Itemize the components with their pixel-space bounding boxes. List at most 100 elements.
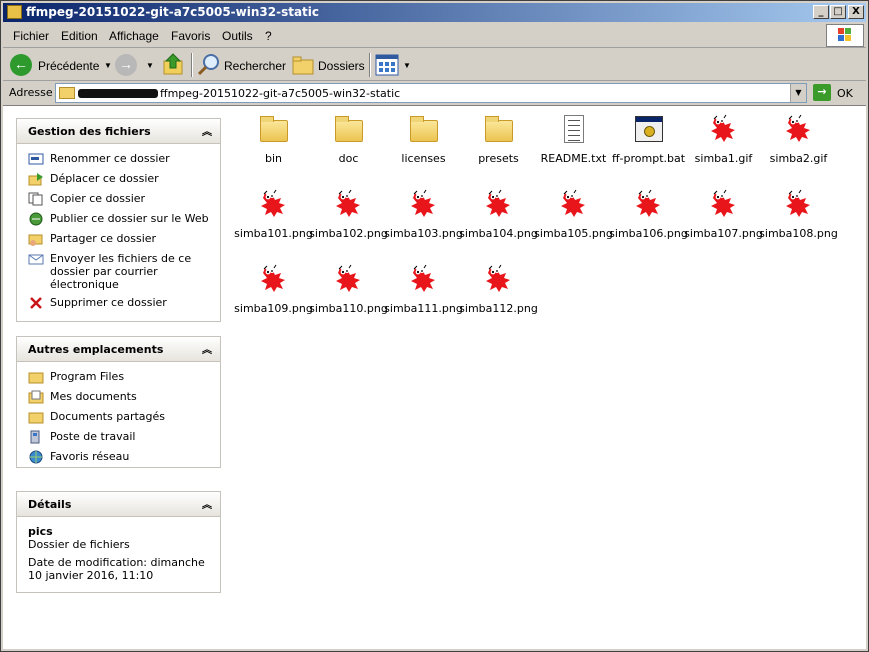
file-item[interactable]: simba108.png [759,189,838,249]
file-item[interactable]: licenses [386,114,461,174]
panel-header[interactable]: Détails ︽ [17,492,220,517]
collapse-icon[interactable]: ︽ [202,341,212,356]
up-folder-icon [163,53,183,75]
task-rename-folder[interactable]: Renommer ce dossier [28,152,170,165]
search-icon [197,54,219,76]
windows-logo-icon [826,24,864,47]
image-file-icon [483,264,515,296]
close-button[interactable]: X [848,5,864,19]
panel-title: Détails [28,498,72,511]
menu-help[interactable]: ? [265,29,272,43]
file-item[interactable]: simba103.png [384,189,463,249]
collapse-icon[interactable]: ︽ [202,496,212,511]
details-type: Dossier de fichiers [28,538,130,551]
menu-favoris[interactable]: Favoris [171,29,210,43]
toolbar-separator [191,53,193,77]
toolbar: ← Précédente ▼ → ▼ Rechercher Dossiers ▼ [3,49,866,81]
place-network[interactable]: Favoris réseau [28,450,129,464]
menu-fichier[interactable]: Fichier [13,29,49,43]
search-button[interactable]: Rechercher [197,52,287,78]
go-arrow-icon: → [813,84,831,101]
file-item[interactable]: simba2.gif [761,114,836,174]
task-copy-folder[interactable]: Copier ce dossier [28,192,145,206]
collapse-icon[interactable]: ︽ [202,123,212,138]
views-button[interactable]: ▼ [375,52,411,78]
file-item[interactable]: simba101.png [234,189,313,249]
image-file-icon [633,189,665,221]
file-name: simba2.gif [769,152,828,165]
file-item[interactable]: simba106.png [609,189,688,249]
go-button[interactable]: → OK [811,83,863,103]
back-button[interactable]: ← Précédente ▼ [8,52,112,78]
file-item[interactable]: bin [236,114,311,174]
toolbar-separator [369,53,371,77]
panel-header[interactable]: Autres emplacements ︽ [17,337,220,362]
address-input[interactable]: ffmpeg-20151022-git-a7c5005-win32-static… [55,83,807,103]
chevron-down-icon[interactable]: ▼ [403,61,411,70]
image-file-icon [558,189,590,221]
folder-icon [28,412,44,424]
file-item[interactable]: simba104.png [459,189,538,249]
folder-icon [59,87,75,99]
go-label: OK [837,87,853,100]
file-item[interactable]: README.txt [536,114,611,174]
file-item[interactable]: simba111.png [384,264,463,324]
forward-button[interactable]: → ▼ [115,52,155,78]
chevron-down-icon[interactable]: ▼ [146,61,154,70]
folder-icon [7,5,22,19]
image-file-icon [783,114,815,146]
folders-icon [292,56,314,75]
address-dropdown-button[interactable]: ▼ [790,84,806,102]
task-publish-web[interactable]: Publier ce dossier sur le Web [28,212,209,226]
file-item[interactable]: simba110.png [309,264,388,324]
up-folder-button[interactable] [161,52,187,78]
task-share-folder[interactable]: Partager ce dossier [28,232,156,246]
back-arrow-icon: ← [10,54,32,76]
place-program-files[interactable]: Program Files [28,370,124,384]
place-my-computer[interactable]: Poste de travail [28,430,135,444]
menu-edition[interactable]: Edition [61,29,98,43]
file-item[interactable]: simba105.png [534,189,613,249]
file-item[interactable]: presets [461,114,536,174]
image-file-icon [408,189,440,221]
task-move-folder[interactable]: Déplacer ce dossier [28,172,159,186]
file-item[interactable]: doc [311,114,386,174]
search-label: Rechercher [224,59,287,73]
folder-icon [483,114,515,146]
folders-button[interactable]: Dossiers [291,52,365,78]
title-bar[interactable]: ffmpeg-20151022-git-a7c5005-win32-static… [3,3,866,22]
menu-affichage[interactable]: Affichage [109,29,159,43]
task-delete-folder[interactable]: Supprimer ce dossier [28,296,167,309]
file-list: bin doc licenses presets README.txt ff-prompt… [228,106,866,650]
menu-outils[interactable]: Outils [222,29,253,43]
folder-icon [333,114,365,146]
file-item[interactable]: simba102.png [309,189,388,249]
move-icon [28,173,43,186]
folder-icon [258,114,290,146]
menu-bar: Fichier Edition Affichage Favoris Outils… [3,24,866,48]
file-item[interactable]: simba1.gif [686,114,761,174]
place-shared-documents[interactable]: Documents partagés [28,410,165,424]
folder-icon [408,114,440,146]
copy-icon [28,192,43,206]
chevron-down-icon[interactable]: ▼ [104,61,112,70]
file-item[interactable]: simba107.png [684,189,763,249]
image-file-icon [783,189,815,221]
text-file-icon [558,114,590,146]
file-item[interactable]: simba112.png [459,264,538,324]
globe-icon [29,212,43,226]
rename-icon [28,153,44,165]
panel-header[interactable]: Gestion des fichiers ︽ [17,119,220,144]
file-item[interactable]: simba109.png [234,264,313,324]
file-item[interactable]: ff-prompt.bat [611,114,686,174]
redacted-path-segment [78,89,158,98]
minimize-button[interactable]: _ [813,5,829,19]
image-file-icon [258,264,290,296]
documents-icon [28,390,44,404]
share-icon [28,234,43,246]
maximize-button[interactable]: □ [830,5,846,19]
image-file-icon [708,114,740,146]
details-name: pics [28,525,53,538]
place-my-documents[interactable]: Mes documents [28,390,137,404]
task-email-files[interactable]: Envoyer les fichiers de ce dossier par c… [28,252,208,291]
